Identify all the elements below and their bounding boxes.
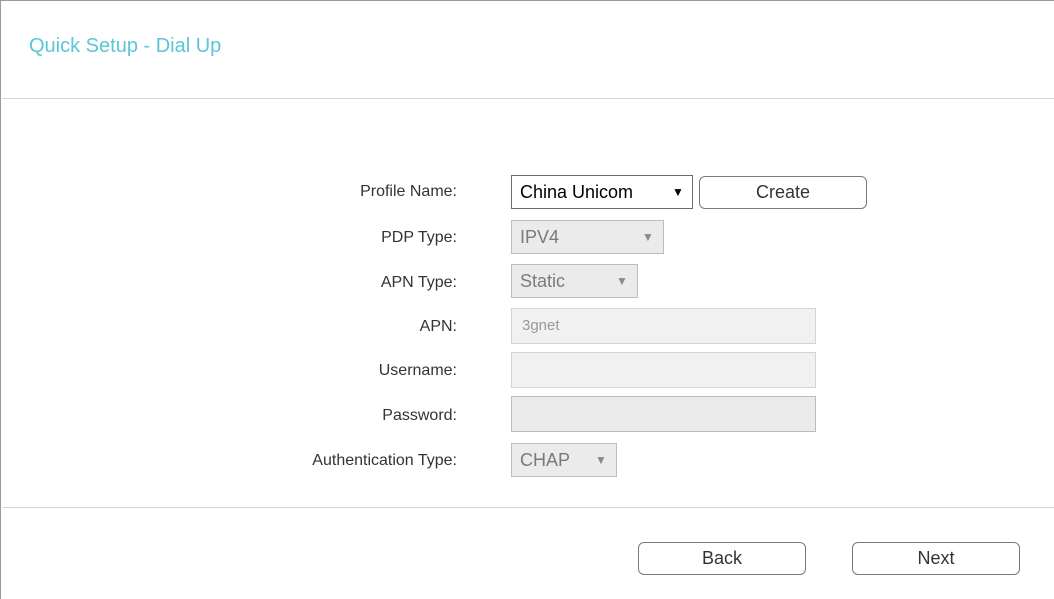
- apn-type-value: Static: [520, 271, 566, 291]
- apn-type-select[interactable]: Static ▼: [511, 264, 638, 298]
- apn-label: APN:: [419, 318, 457, 335]
- apn-field[interactable]: 3gnet: [511, 308, 816, 344]
- profile-name-value: China Unicom: [520, 182, 634, 202]
- back-button[interactable]: Back: [638, 542, 806, 575]
- password-field[interactable]: [511, 396, 816, 432]
- chevron-down-icon: ▼: [616, 274, 628, 288]
- create-button[interactable]: Create: [699, 176, 867, 209]
- profile-name-select[interactable]: China Unicom ▼: [511, 175, 693, 209]
- chevron-down-icon: ▼: [595, 453, 607, 467]
- header-divider: [2, 98, 1054, 99]
- authentication-type-value: CHAP: [520, 450, 571, 470]
- authentication-type-select[interactable]: CHAP ▼: [511, 443, 617, 477]
- chevron-down-icon: ▼: [642, 230, 654, 244]
- profile-name-label: Profile Name:: [360, 183, 457, 200]
- password-label: Password:: [382, 407, 457, 424]
- pdp-type-label: PDP Type:: [381, 229, 457, 246]
- page-title: Quick Setup - Dial Up: [29, 35, 222, 57]
- username-field[interactable]: [511, 352, 816, 388]
- chevron-down-icon: ▼: [672, 185, 684, 199]
- apn-type-label: APN Type:: [380, 274, 457, 291]
- quick-setup-panel: Quick Setup - Dial Up Profile Name: Chin…: [0, 0, 1054, 599]
- next-button[interactable]: Next: [852, 542, 1020, 575]
- pdp-type-select[interactable]: IPV4 ▼: [511, 220, 664, 254]
- footer-divider: [2, 507, 1054, 508]
- pdp-type-value: IPV4: [520, 227, 560, 247]
- authentication-type-label: Authentication Type:: [312, 452, 457, 469]
- username-label: Username:: [378, 362, 457, 379]
